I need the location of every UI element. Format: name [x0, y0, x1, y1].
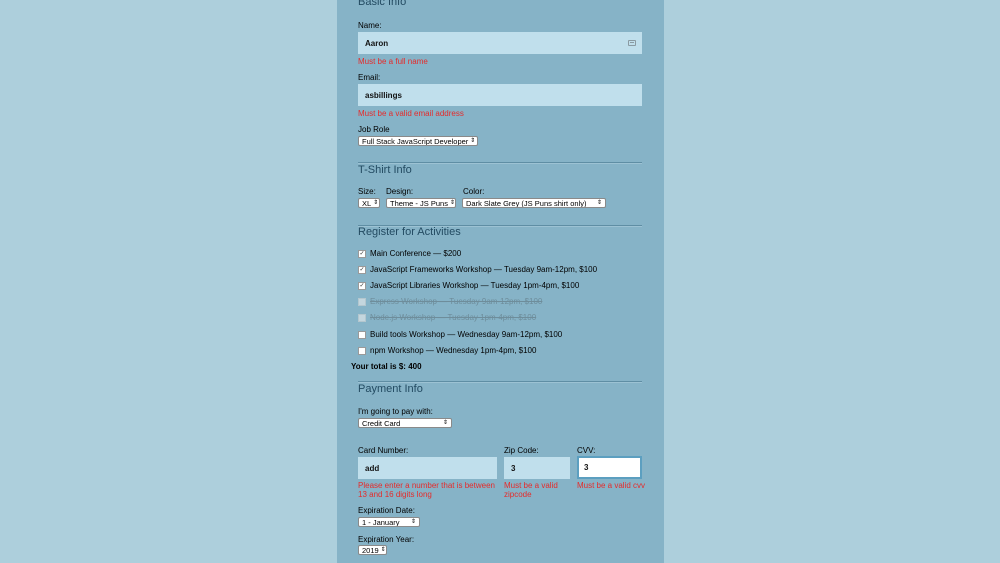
- updown-arrows-icon: ⇕: [470, 138, 476, 144]
- contact-card-icon[interactable]: [628, 40, 636, 46]
- email-input-value: asbillings: [365, 90, 402, 100]
- zip-input[interactable]: 3: [504, 457, 570, 479]
- activity-item[interactable]: ✓ JavaScript Libraries Workshop — Tuesday…: [358, 281, 579, 290]
- cvv-input[interactable]: 3: [577, 456, 642, 479]
- color-selected: Dark Slate Grey (JS Puns shirt only): [466, 198, 587, 208]
- basic-info-title: Basic Info: [358, 0, 407, 8]
- payment-method-select[interactable]: Credit Card ⇕: [358, 418, 452, 428]
- exp-month-select[interactable]: 1 - January ⇕: [358, 517, 420, 527]
- card-number-label: Card Number:: [358, 446, 409, 455]
- activity-item: Express Workshop — Tuesday 9am-12pm, $10…: [358, 297, 542, 306]
- total-text: Your total is $: 400: [351, 362, 422, 371]
- design-label: Design:: [386, 187, 414, 196]
- updown-arrows-icon: ⇕: [410, 519, 416, 525]
- size-selected: XL: [362, 198, 372, 208]
- payment-info-title: Payment Info: [358, 383, 423, 395]
- exp-date-label: Expiration Date:: [358, 506, 415, 515]
- activity-item[interactable]: npm Workshop — Wednesday 1pm-4pm, $100: [358, 346, 536, 355]
- size-select[interactable]: XL ⇕: [358, 198, 380, 208]
- activity-label: Main Conference — $200: [370, 249, 462, 258]
- design-selected: Theme - JS Puns: [390, 198, 448, 208]
- pay-with-label: I'm going to pay with:: [358, 407, 433, 416]
- activity-label: npm Workshop — Wednesday 1pm-4pm, $100: [370, 346, 537, 355]
- activity-item: Node.js Workshop — Tuesday 1pm-4pm, $100: [358, 313, 536, 322]
- activity-label: Node.js Workshop — Tuesday 1pm-4pm, $100: [370, 313, 537, 322]
- activity-checkbox: [358, 297, 366, 306]
- cvv-error: Must be a valid cvv: [577, 481, 646, 490]
- exp-year-select[interactable]: 2019 ⇕: [358, 545, 387, 555]
- card-number-value: add: [365, 463, 380, 473]
- cvv-value: 3: [584, 463, 589, 472]
- activity-label: Express Workshop — Tuesday 9am-12pm, $10…: [370, 297, 543, 306]
- activity-checkbox[interactable]: ✓: [358, 249, 366, 258]
- tshirt-info-title: T-Shirt Info: [358, 164, 412, 176]
- activity-item[interactable]: Build tools Workshop — Wednesday 9am-12p…: [358, 330, 562, 339]
- name-input-value: Aaron: [365, 38, 389, 48]
- job-role-label: Job Role: [358, 125, 390, 134]
- name-label: Name:: [358, 21, 382, 30]
- job-role-select[interactable]: Full Stack JavaScript Developer ⇕: [358, 136, 478, 146]
- color-label: Color:: [463, 187, 485, 196]
- activity-item[interactable]: ✓ Main Conference — $200: [358, 249, 461, 258]
- updown-arrows-icon: ⇕: [596, 200, 602, 206]
- payment-method-selected: Credit Card: [362, 418, 401, 428]
- updown-arrows-icon: ⇕: [373, 200, 379, 206]
- card-number-error: Please enter a number that is between 13…: [358, 481, 495, 499]
- card-number-input[interactable]: add: [358, 457, 497, 479]
- activity-item[interactable]: ✓ JavaScript Frameworks Workshop — Tuesda…: [358, 265, 597, 274]
- email-label: Email:: [358, 73, 381, 82]
- color-select[interactable]: Dark Slate Grey (JS Puns shirt only) ⇕: [462, 198, 606, 208]
- email-error: Must be a valid email address: [358, 109, 464, 118]
- exp-month-selected: 1 - January: [362, 517, 400, 527]
- exp-year-selected: 2019: [362, 545, 379, 555]
- zip-error: Must be a valid zipcode: [504, 481, 558, 499]
- design-select[interactable]: Theme - JS Puns ⇕: [386, 198, 456, 208]
- activity-checkbox: [358, 313, 366, 322]
- activity-checkbox[interactable]: [358, 346, 366, 355]
- size-label: Size:: [358, 187, 376, 196]
- activity-checkbox[interactable]: [358, 330, 366, 339]
- exp-year-label: Expiration Year:: [358, 535, 415, 544]
- updown-arrows-icon: ⇕: [380, 547, 386, 553]
- updown-arrows-icon: ⇕: [449, 200, 455, 206]
- cvv-label: CVV:: [577, 446, 596, 455]
- name-error: Must be a full name: [358, 57, 428, 66]
- activity-checkbox[interactable]: ✓: [358, 281, 366, 290]
- activity-checkbox[interactable]: ✓: [358, 265, 366, 274]
- name-input[interactable]: Aaron: [358, 32, 642, 54]
- activity-label: JavaScript Frameworks Workshop — Tuesday…: [370, 265, 598, 274]
- updown-arrows-icon: ⇕: [442, 420, 448, 426]
- zip-value: 3: [511, 463, 516, 473]
- activities-title: Register for Activities: [358, 226, 461, 238]
- job-role-selected: Full Stack JavaScript Developer: [362, 136, 469, 146]
- activity-label: Build tools Workshop — Wednesday 9am-12p…: [370, 330, 563, 339]
- zip-label: Zip Code:: [504, 446, 539, 455]
- activity-label: JavaScript Libraries Workshop — Tuesday …: [370, 281, 580, 290]
- email-input[interactable]: asbillings: [358, 84, 642, 106]
